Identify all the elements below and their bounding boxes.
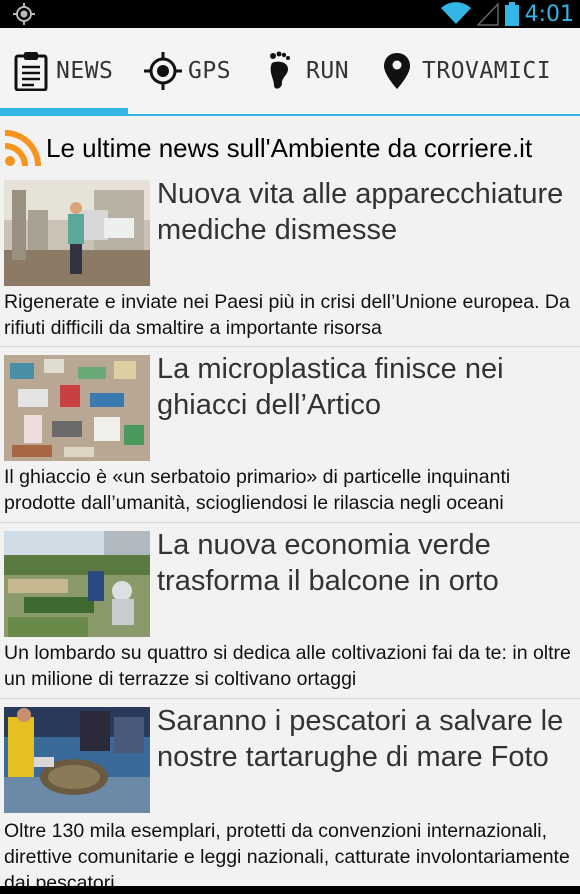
article-thumbnail	[4, 355, 150, 461]
footprint-icon	[270, 51, 290, 89]
tab-trovamici[interactable]: TROVAMICI	[384, 28, 551, 114]
tab-gps[interactable]: GPS	[144, 28, 231, 114]
article-description: Rigenerate e inviate nei Paesi più in cr…	[4, 291, 570, 339]
article-title: Saranno i pescatori a salvare le nostre …	[157, 705, 564, 773]
selected-tab-indicator	[0, 108, 128, 114]
article-thumbnail	[4, 707, 150, 813]
article-title: La microplastica finisce nei ghiacci del…	[157, 353, 504, 421]
crosshair-icon	[144, 52, 182, 90]
tab-label: TROVAMICI	[422, 58, 552, 84]
article-description: Il ghiaccio è «un serbatoio primario» di…	[4, 466, 511, 514]
article-thumbnail	[4, 180, 150, 286]
article-item[interactable]: Saranno i pescatori a salvare le nostre …	[0, 699, 580, 894]
article-title: La nuova economia verde trasforma il bal…	[157, 529, 499, 597]
bottom-bar	[0, 886, 580, 894]
wifi-icon	[440, 2, 471, 24]
clock: 4:01	[524, 1, 574, 27]
clipboard-icon	[14, 52, 48, 91]
gps-icon	[13, 3, 35, 25]
article-thumbnail	[4, 531, 150, 637]
tab-bar: NEWS GPS RUN TROVAMICI	[0, 28, 580, 116]
article-item[interactable]: La nuova economia verde trasforma il bal…	[0, 523, 580, 699]
feed-header: Le ultime news sull'Ambiente da corriere…	[0, 120, 580, 176]
article-title: Nuova vita alle apparecchiature mediche …	[157, 178, 564, 246]
rss-icon	[4, 130, 41, 167]
article-item[interactable]: La microplastica finisce nei ghiacci del…	[0, 347, 580, 523]
tab-label: NEWS	[56, 58, 114, 84]
signal-icon	[476, 2, 499, 26]
tab-news[interactable]: NEWS	[14, 28, 113, 114]
article-item[interactable]: Nuova vita alle apparecchiature mediche …	[0, 176, 580, 347]
battery-icon	[504, 2, 519, 26]
tab-label: RUN	[306, 58, 350, 84]
tab-label: GPS	[188, 58, 232, 84]
tab-run[interactable]: RUN	[268, 28, 349, 114]
location-pin-icon	[384, 53, 410, 89]
feed-title: Le ultime news sull'Ambiente da corriere…	[46, 132, 533, 163]
status-bar: 4:01	[0, 0, 580, 28]
article-description: Un lombardo su quattro si dedica alle co…	[4, 642, 571, 690]
article-description: Oltre 130 mila esemplari, protetti da co…	[4, 820, 570, 894]
